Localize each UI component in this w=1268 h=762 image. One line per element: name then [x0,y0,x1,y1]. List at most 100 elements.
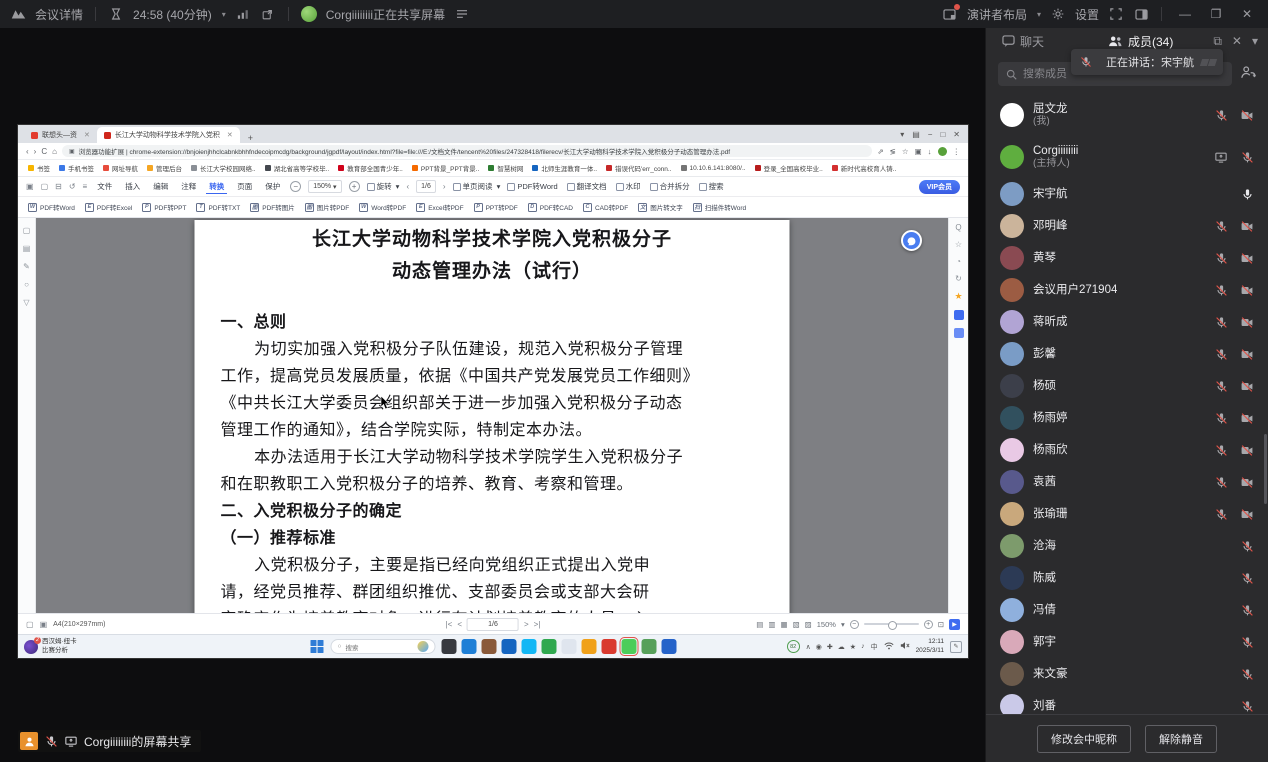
star-icon[interactable]: ☆ [955,240,962,249]
prev-page-icon[interactable]: < [457,620,462,629]
member-row[interactable]: 杨硕 [986,370,1268,402]
convert-item[interactable]: E PDF转Excel [84,202,132,212]
popout-panel-icon[interactable]: ⧉ [1213,34,1222,49]
tab-close-icon[interactable]: ✕ [84,131,90,139]
zoom-in-icon[interactable]: + [348,181,360,192]
bookmark-item[interactable]: 智慧树网 [488,163,523,173]
tray-icon[interactable]: ∧ [806,643,811,651]
browser-menu-icon[interactable]: ▾ [900,130,904,139]
bookmark-item[interactable]: 教育部全国青少年.. [338,163,403,173]
plugin-blue-icon[interactable] [953,310,964,320]
bookmark-item[interactable]: 管理后台 [147,163,182,173]
member-row[interactable]: 袁茜 [986,466,1268,498]
undo-icon[interactable]: ↺ [69,182,76,191]
first-page-icon[interactable]: |< [446,620,453,629]
network-signal-icon[interactable] [235,6,251,22]
pdf-menu-item[interactable]: 插入 [122,180,143,194]
pdf-menu-item[interactable]: 编辑 [150,180,171,194]
convert-item[interactable]: P PPT转PDF [473,202,518,212]
start-button[interactable] [310,639,325,654]
tray-icon[interactable]: ✚ [827,643,833,651]
next-page-icon[interactable]: > [524,620,529,629]
pdf-menu-item[interactable]: 页面 [234,180,255,194]
zoom-out-icon[interactable]: − [849,619,859,629]
taskbar-widget[interactable]: 2 西汉姆·纽卡 比赛分析 [24,636,77,654]
more-menu-icon[interactable]: ⋮ [953,147,961,156]
tab-chat[interactable]: 聊天 [996,28,1050,54]
pdf-tool-item[interactable]: 翻译文档 [566,181,607,192]
member-row[interactable]: 杨雨婷 [986,402,1268,434]
taskbar-app-icon[interactable] [481,639,497,654]
member-row[interactable]: 蒋昕成 [986,306,1268,338]
pdf-tool-item[interactable]: PDF转Word [507,181,558,192]
page-indicator[interactable]: 1/6 [416,180,436,193]
bookmark-item[interactable]: 湖北省高等学校毕.. [264,163,329,173]
minimize-button[interactable]: — [1174,7,1196,21]
forward-icon[interactable]: › [34,147,37,156]
layout-label[interactable]: 演讲者布局 [967,6,1027,23]
taskbar-search[interactable]: ○ 搜索 [330,639,436,654]
collapse-panel-icon[interactable]: ▾ [1252,34,1258,48]
chevron-down-icon[interactable]: ▾ [222,10,226,19]
bookmark-item[interactable]: 登录_全国高校毕业.. [754,163,823,173]
bookmark-item[interactable]: 错误代码'err_conn.. [606,163,672,173]
member-row[interactable]: 冯倩 [986,594,1268,626]
zoom-dropdown-icon[interactable]: ▾ [841,620,845,629]
member-row[interactable]: 来文豪 [986,658,1268,690]
zoom-in-icon[interactable]: + [923,619,933,629]
chevron-down-icon[interactable]: ▾ [1037,10,1041,19]
convert-item[interactable]: W PDF转Word [28,202,75,212]
security-badge[interactable]: 82 [786,640,800,653]
convert-item[interactable]: W Word转PDF [359,202,406,212]
page-icon[interactable]: ▢ [26,620,34,629]
zoom-level-label[interactable]: 150% [817,620,836,629]
hamburger-icon[interactable]: ≡ [83,182,88,191]
home-icon[interactable]: ⌂ [52,147,57,156]
bookmark-item[interactable]: PPT背景_PPT背景.. [411,163,479,173]
taskbar-app-icon[interactable] [541,639,557,654]
taskbar-app-icon[interactable] [601,639,617,654]
tray-icon[interactable]: ♪ [861,643,865,651]
presentation-icon[interactable]: ▶ [949,618,960,630]
search-panel-icon[interactable]: ○ [24,280,29,289]
convert-item[interactable]: 文 图片转文字 [638,202,683,212]
clock[interactable]: 12:11 2025/3/11 [916,638,944,655]
browser-tab-2-active[interactable]: 长江大学动物科学技术学院入党积 ✕ [96,127,240,143]
browser-close-button[interactable]: ✕ [953,130,960,139]
bookmark-item[interactable]: 北师生涯教育一体.. [532,163,597,173]
settings-label[interactable]: 设置 [1075,6,1099,23]
bookmark-item[interactable]: 10.10.6.141:8080/.. [680,165,746,172]
gear-icon[interactable] [1050,6,1066,22]
profile-avatar[interactable] [937,146,947,156]
taskbar-app-icon[interactable] [581,639,597,654]
rename-button[interactable]: 修改会中昵称 [1037,724,1131,753]
bookmark-item[interactable]: 长江大学校园网络.. [191,163,256,173]
close-button[interactable]: ✕ [1236,7,1258,21]
member-row[interactable]: 张瑜珊 [986,498,1268,530]
pdf-tool-item[interactable]: 水印 [615,181,641,192]
member-row[interactable]: 沧海 [986,530,1268,562]
layout-icon[interactable] [942,4,960,22]
taskbar-app-icon[interactable] [619,637,639,656]
convert-item[interactable]: C CAD转PDF [582,202,628,212]
member-row[interactable]: 彭馨 [986,338,1268,370]
side-panel-icon[interactable] [1133,6,1149,22]
pdf-menu-item[interactable]: 文件 [94,180,115,194]
convert-item[interactable]: P PDF转PPT [142,202,186,212]
zoom-select[interactable]: 150% ▾ [308,180,342,193]
maximize-button[interactable]: ❐ [1205,7,1227,21]
view-mode-5-icon[interactable]: ▨ [805,620,812,629]
save-icon[interactable]: ▢ [41,182,49,191]
member-row[interactable]: 屈文龙 (我) [986,94,1268,136]
view-mode-2-icon[interactable]: ▥ [768,620,775,629]
taskbar-app-icon[interactable] [561,639,577,654]
browser-tab-1[interactable]: 联想头—资 ✕ [24,127,97,143]
reload-icon[interactable]: C [41,147,47,156]
search-icon[interactable]: Q [955,223,961,232]
flash-icon[interactable]: ≶ [890,147,896,156]
zoom-slider[interactable] [863,620,919,630]
fullscreen-icon[interactable] [1108,6,1124,22]
taskbar-app-icon[interactable] [441,639,457,654]
pdf-menu-item[interactable]: 保护 [262,180,283,194]
history-icon[interactable]: ◔ [956,257,961,266]
